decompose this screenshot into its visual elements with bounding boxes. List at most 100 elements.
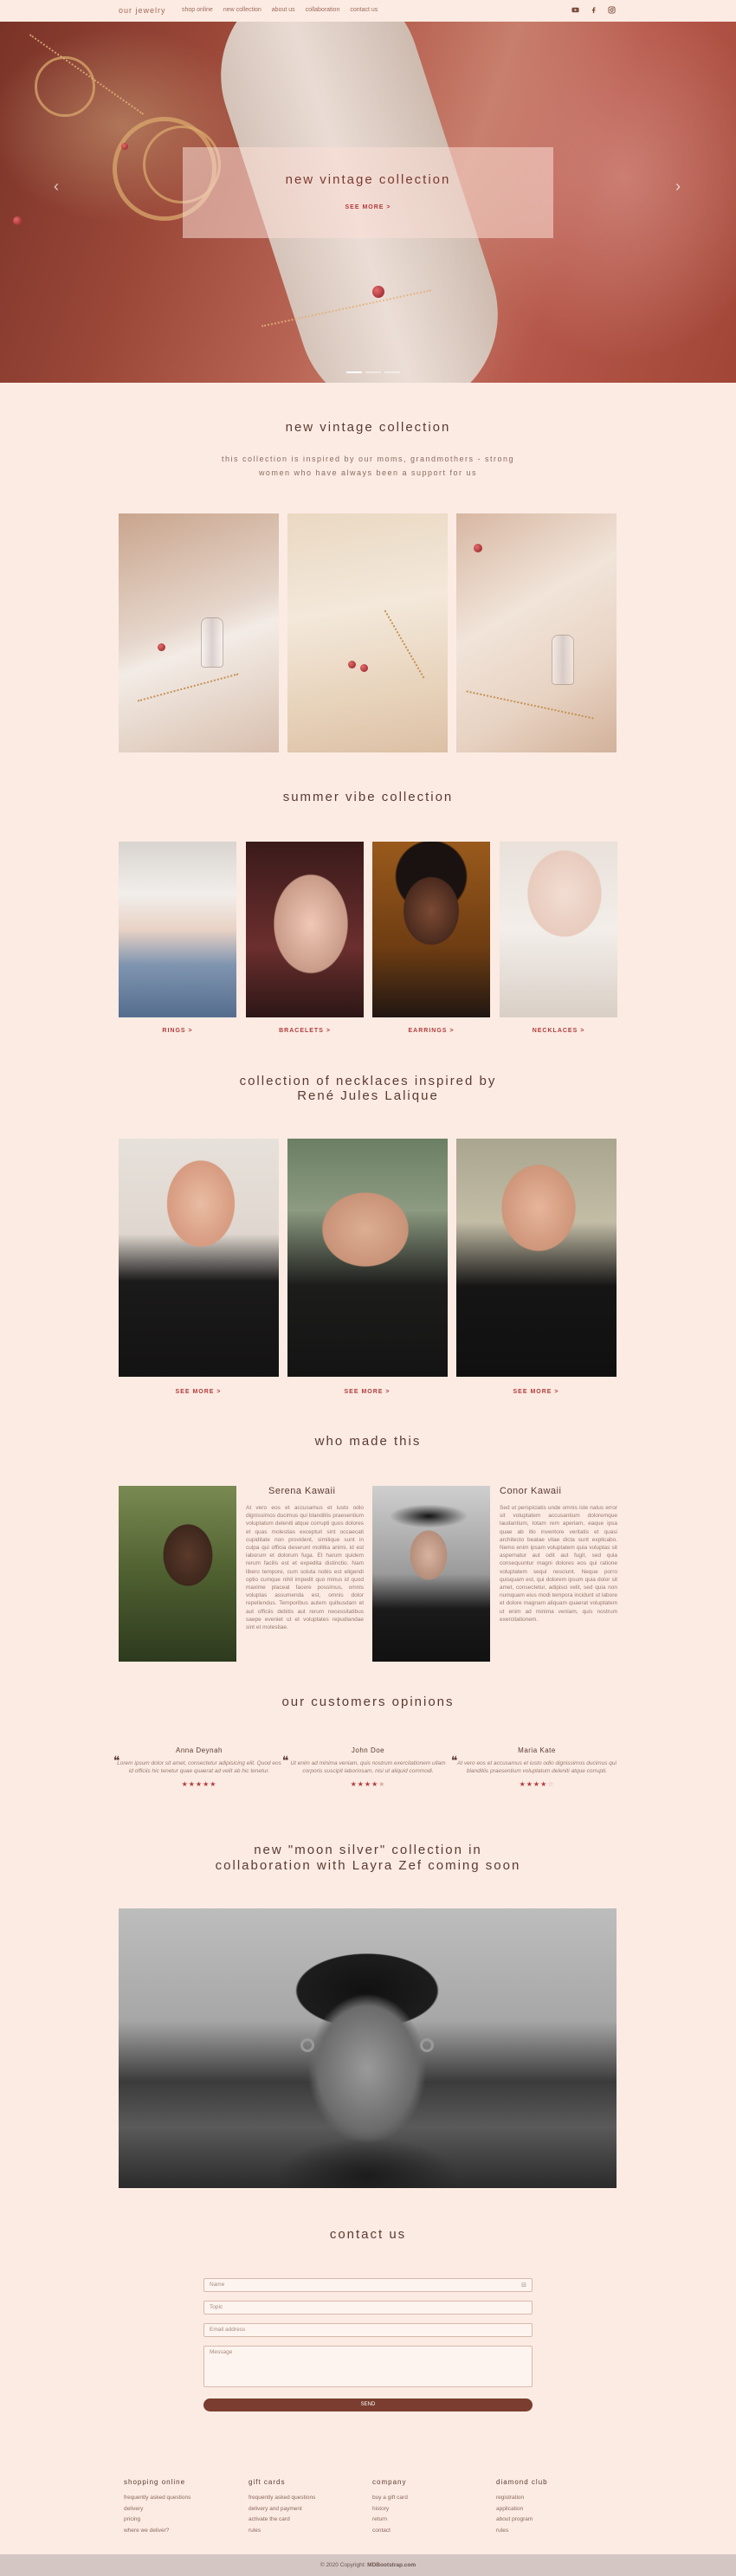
footer-link[interactable]: registration (496, 2495, 524, 2501)
gem (158, 643, 165, 651)
copyright-text: © 2020 Copyright: (320, 2562, 366, 2568)
perfume-bottle (201, 617, 223, 668)
vintage-title: new vintage collection (285, 420, 451, 435)
vintage-subtitle-line-1: this collection is inspired by our moms,… (221, 455, 515, 463)
gem (348, 661, 356, 668)
topic-field[interactable]: Topic (203, 2301, 533, 2315)
necklace-see-more-link[interactable]: SEE MORE > (456, 1389, 616, 1395)
opinion-card: Maria Kate ❝ At vero eos et accusamus et … (451, 1746, 619, 1788)
gold-chain (466, 690, 594, 720)
category-link-earrings[interactable]: EARRINGS > (372, 1028, 490, 1034)
footer-heading: shopping online (124, 2478, 186, 2486)
rating-stars: ★★★★★ (181, 1780, 217, 1788)
opinions-title: our customers opinions (281, 1695, 455, 1709)
perfume-bottle (552, 635, 574, 685)
footer-link[interactable]: application (496, 2506, 523, 2512)
hero-carousel: new vintage collection SEE MORE > ‹ › (0, 22, 736, 383)
vintage-image-3[interactable] (456, 513, 617, 752)
footer-link[interactable]: activate the card (249, 2516, 290, 2522)
message-field[interactable]: Message (203, 2346, 533, 2387)
gold-chain (137, 673, 239, 702)
carousel-indicator[interactable] (346, 371, 362, 373)
copyright-bar: © 2020 Copyright: MDBootstrap.com (0, 2554, 736, 2576)
footer-link[interactable]: frequently asked questions (124, 2495, 190, 2501)
summer-title: summer vibe collection (282, 790, 454, 804)
hero-image-ring (35, 56, 95, 117)
necklace-see-more-link[interactable]: SEE MORE > (287, 1389, 447, 1395)
team-member-name: Serena Kawaii (268, 1486, 336, 1496)
necklace-image-1[interactable] (119, 1139, 279, 1377)
coming-soon-title-line-2: collaboration with Layra Zef coming soon (215, 1858, 521, 1873)
gem (360, 664, 368, 672)
nav-link-new-collection[interactable]: new collection (223, 7, 261, 13)
nav-link-shop-online[interactable]: shop online (182, 7, 213, 13)
necklace-image-3[interactable] (456, 1139, 617, 1377)
team-title: who made this (314, 1434, 422, 1449)
necklace-see-more-link[interactable]: SEE MORE > (119, 1389, 278, 1395)
necklace-image-2[interactable] (287, 1139, 448, 1377)
footer-link[interactable]: frequently asked questions (249, 2495, 315, 2501)
name-field[interactable]: Name ⊟ (203, 2278, 533, 2292)
category-link-rings[interactable]: RINGS > (119, 1028, 236, 1034)
team-member-bio: Sed ut perspiciatis unde omnis iste natu… (500, 1505, 617, 1623)
footer-heading: diamond club (496, 2478, 548, 2486)
nav-link-collaboration[interactable]: collaboration (306, 7, 340, 13)
footer-heading: company (372, 2478, 407, 2486)
team-member-name: Conor Kawaii (500, 1486, 562, 1496)
nav-link-about-us[interactable]: about us (272, 7, 295, 13)
summer-image-earrings[interactable] (372, 842, 490, 1017)
footer-link[interactable]: rules (249, 2528, 261, 2534)
carousel-indicator[interactable] (384, 371, 400, 373)
vintage-image-1[interactable] (119, 513, 279, 752)
carousel-indicator[interactable] (365, 371, 381, 373)
category-link-necklaces[interactable]: NECKLACES > (500, 1028, 617, 1034)
summer-image-bracelets[interactable] (246, 842, 364, 1017)
footer-link[interactable]: delivery (124, 2506, 143, 2512)
gem (474, 544, 482, 552)
summer-image-necklaces[interactable] (500, 842, 617, 1017)
coming-soon-image (119, 1908, 617, 2188)
team-member-bio: At vero eos et accusamus et iusto odio d… (246, 1505, 364, 1631)
opinion-card: Anna Deynah ❝ Lorem ipsum dolor sit amet,… (113, 1746, 281, 1788)
footer-link[interactable]: buy a gift card (372, 2495, 408, 2501)
footer-link[interactable]: rules (496, 2528, 508, 2534)
hero-image-gem (13, 216, 22, 225)
copyright-link[interactable]: MDBootstrap.com (367, 2562, 416, 2568)
youtube-icon[interactable] (571, 6, 579, 16)
autofill-icon[interactable]: ⊟ (521, 2282, 526, 2289)
footer-link[interactable]: return (372, 2516, 387, 2522)
footer-link[interactable]: pricing (124, 2516, 140, 2522)
brand-logo[interactable]: our jewelry (119, 6, 166, 15)
hero-see-more-button[interactable]: SEE MORE > (345, 204, 391, 210)
rating-stars: ★★★★☆ (519, 1780, 555, 1788)
footer-link[interactable]: contact (372, 2528, 391, 2534)
footer-link[interactable]: about program (496, 2516, 533, 2522)
footer-column-diamond-club: diamond club registration application ab… (496, 2478, 600, 2536)
instagram-icon[interactable] (608, 6, 616, 16)
quote-icon: ❝ (282, 1753, 289, 1767)
team-photo-conor (372, 1486, 490, 1662)
facebook-icon[interactable] (590, 6, 597, 16)
vintage-image-2[interactable] (287, 513, 448, 752)
hero-image-gem (121, 143, 128, 150)
footer-link[interactable]: history (372, 2506, 389, 2512)
contact-title: contact us (329, 2227, 407, 2242)
send-button[interactable]: SEND (203, 2398, 533, 2411)
carousel-prev-icon[interactable]: ‹ (54, 178, 59, 196)
footer-link[interactable]: where we deliver? (124, 2528, 169, 2534)
email-field[interactable]: Email address (203, 2323, 533, 2337)
opinion-text: ❝ Ut enim ad minima veniam, quis nostrum … (282, 1753, 446, 1774)
quote-icon: ❝ (113, 1753, 120, 1767)
summer-image-rings[interactable] (119, 842, 236, 1017)
carousel-next-icon[interactable]: › (675, 178, 681, 196)
nav-link-contact-us[interactable]: contact us (350, 7, 378, 13)
footer-column-gift-cards: gift cards frequently asked questions de… (249, 2478, 352, 2536)
necklaces-title-line-1: collection of necklaces inspired by (239, 1074, 497, 1088)
carousel-indicators (346, 371, 400, 373)
hero-image-gem (372, 286, 384, 298)
category-link-bracelets[interactable]: BRACELETS > (246, 1028, 364, 1034)
earring (300, 2038, 314, 2052)
footer-column-shopping: shopping online frequently asked questio… (124, 2478, 228, 2536)
footer-link[interactable]: delivery and payment (249, 2506, 302, 2512)
nav-links: shop online new collection about us coll… (182, 7, 378, 13)
